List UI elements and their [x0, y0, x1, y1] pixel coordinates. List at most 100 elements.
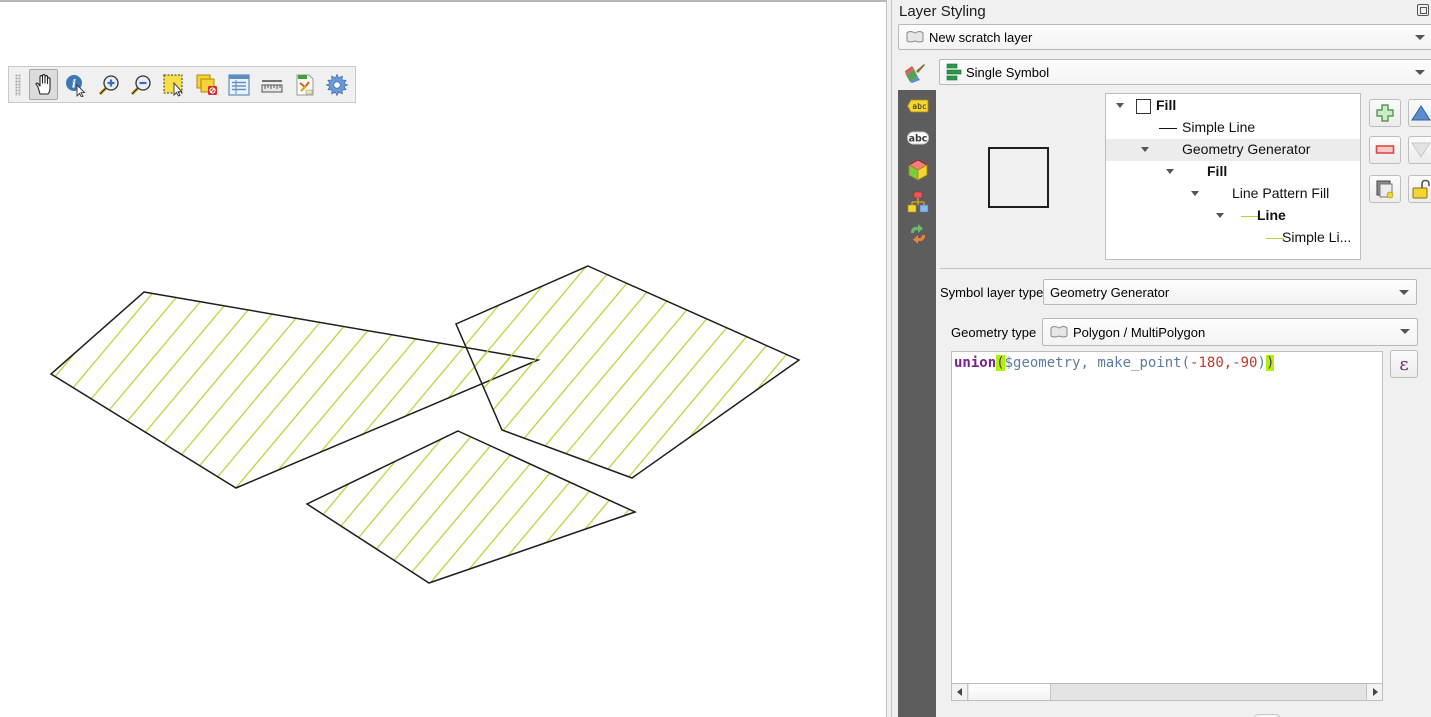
expand-arrow-icon[interactable]	[1116, 103, 1124, 108]
scroll-right-button[interactable]	[1366, 684, 1382, 700]
symbol-tree-item-label: Simple Li...	[1282, 229, 1352, 245]
move-up-button[interactable]	[1408, 99, 1431, 127]
symbol-tree-item[interactable]: Line	[1106, 205, 1360, 227]
3d-view-tab[interactable]	[907, 159, 929, 181]
polygon-2[interactable]	[455, 265, 801, 479]
symbol-tree-item[interactable]: Simple Line	[1106, 117, 1360, 139]
pan-map-button[interactable]	[28, 69, 59, 100]
duplicate-symbol-layer-button[interactable]	[1369, 175, 1401, 203]
move-down-button[interactable]	[1408, 136, 1431, 164]
expand-arrow-icon[interactable]	[1191, 191, 1199, 196]
select-features-button[interactable]	[159, 69, 189, 100]
symbol-tree-item[interactable]: Line Pattern Fill	[1106, 183, 1360, 205]
diagram-icon	[907, 191, 929, 213]
layer-selector-value: New scratch layer	[929, 29, 1033, 45]
layer-styling-panel: Layer Styling New scratch layer Single S…	[891, 0, 1431, 717]
label-mask-icon: abc	[907, 131, 929, 145]
field-calculator-button[interactable]	[290, 69, 320, 100]
identify-features-button[interactable]: i	[61, 69, 91, 100]
zoom-out-button[interactable]	[127, 69, 157, 100]
expand-arrow-icon[interactable]	[1166, 169, 1174, 174]
symbol-layer-tree[interactable]: Fill Simple Line Geometry Generator Fill Lin…	[1105, 93, 1361, 260]
ruler-icon	[261, 79, 283, 92]
svg-text:abc: abc	[912, 102, 927, 111]
undo-redo-icon	[911, 224, 925, 244]
unlocked-padlock-icon	[1412, 179, 1430, 199]
lock-layer-button[interactable]	[1408, 175, 1431, 203]
diagrams-tab[interactable]	[907, 191, 929, 213]
hand-icon	[34, 73, 51, 95]
expr-function: make_point	[1097, 355, 1182, 371]
expression-text[interactable]: union($geometry, make_point(-180,-90))	[954, 355, 1275, 371]
polygon-geometry-icon	[1049, 325, 1069, 339]
identify-icon: i	[66, 74, 86, 97]
scrollbar-thumb[interactable]	[969, 684, 1051, 700]
map-navigation-toolbar: i	[8, 66, 356, 103]
renderer-selector[interactable]: Single Symbol	[939, 59, 1431, 85]
renderer-selector-value: Single Symbol	[966, 64, 1050, 80]
symbol-tree-item-label: Line	[1257, 207, 1286, 223]
duplicate-icon	[1376, 180, 1394, 199]
symbol-tree-item-label: Simple Line	[1182, 119, 1256, 135]
table-icon	[228, 73, 250, 96]
expand-arrow-icon[interactable]	[1141, 147, 1149, 152]
symbol-tree-item[interactable]: Geometry Generator	[1106, 139, 1360, 161]
symbol-tree-item[interactable]: Simple Li...	[1106, 227, 1360, 249]
style-side-tabs: abc abc	[898, 90, 936, 717]
symbol-layer-type-value: Geometry Generator	[1050, 284, 1170, 300]
geometry-type-selector[interactable]: Polygon / MultiPolygon	[1042, 318, 1418, 346]
chevron-down-icon	[1400, 329, 1410, 334]
expr-variable: $geometry	[1004, 355, 1081, 371]
symbol-layer-type-label: Symbol layer type	[940, 285, 1044, 300]
symbol-tree-item-label: Fill	[1156, 97, 1177, 113]
map-canvas[interactable]: i	[0, 0, 886, 717]
expr-close-paren: )	[1265, 355, 1275, 371]
epsilon-icon: ε	[1399, 353, 1409, 375]
symbol-tree-item[interactable]: Fill	[1106, 161, 1360, 183]
geometry-expression-editor[interactable]: union($geometry, make_point(-180,-90))	[951, 351, 1383, 701]
fill-swatch-icon	[1136, 99, 1151, 114]
deselect-icon	[196, 74, 217, 95]
svg-text:i: i	[72, 77, 76, 90]
minus-icon	[1375, 145, 1395, 154]
zoom-in-button[interactable]	[94, 69, 124, 100]
layer-selector[interactable]: New scratch layer	[898, 24, 1431, 50]
deselect-features-button[interactable]	[192, 69, 222, 100]
map-features[interactable]	[0, 2, 886, 717]
expression-builder-button[interactable]: ε	[1390, 350, 1418, 378]
symbology-tab-icon[interactable]	[904, 63, 926, 83]
expr-keyword: union	[954, 355, 997, 371]
add-symbol-layer-button[interactable]	[1369, 99, 1401, 127]
geometry-type-label: Geometry type	[951, 325, 1037, 340]
single-symbol-icon	[946, 63, 962, 81]
toolbar-grip-handle[interactable]	[15, 73, 21, 96]
symbol-tree-item-label: Line Pattern Fill	[1232, 185, 1330, 201]
scroll-left-button[interactable]	[952, 684, 968, 700]
svg-text:abc: abc	[909, 134, 928, 145]
expr-arg2: -90	[1232, 355, 1258, 371]
expr-inner-open: (	[1181, 355, 1191, 371]
zoom-out-icon	[131, 74, 152, 95]
settings-button[interactable]	[322, 69, 352, 100]
divider	[940, 268, 1431, 269]
calculator-icon	[296, 74, 314, 95]
chevron-down-icon	[1415, 70, 1425, 75]
chevron-down-icon	[1415, 35, 1425, 40]
masks-tab[interactable]: abc	[907, 128, 929, 148]
labels-tab[interactable]: abc	[907, 96, 929, 116]
remove-symbol-layer-button[interactable]	[1369, 136, 1401, 164]
black-line-icon	[1159, 128, 1177, 129]
expand-arrow-icon[interactable]	[1216, 213, 1224, 218]
symbol-layer-type-selector[interactable]: Geometry Generator	[1043, 279, 1417, 305]
symbol-tree-item[interactable]: Fill	[1106, 95, 1360, 117]
float-panel-button[interactable]	[1417, 4, 1429, 16]
expr-inner-close: )	[1257, 355, 1266, 371]
open-attribute-table-button[interactable]	[224, 69, 254, 100]
geometry-type-value: Polygon / MultiPolygon	[1073, 324, 1206, 340]
triangle-up-icon	[1411, 105, 1431, 121]
horizontal-scrollbar[interactable]	[952, 683, 1382, 700]
history-tab[interactable]	[907, 224, 929, 244]
measure-line-button[interactable]	[257, 69, 287, 100]
expr-comma: ,	[1223, 355, 1233, 371]
expr-arg1: -180	[1190, 355, 1224, 371]
